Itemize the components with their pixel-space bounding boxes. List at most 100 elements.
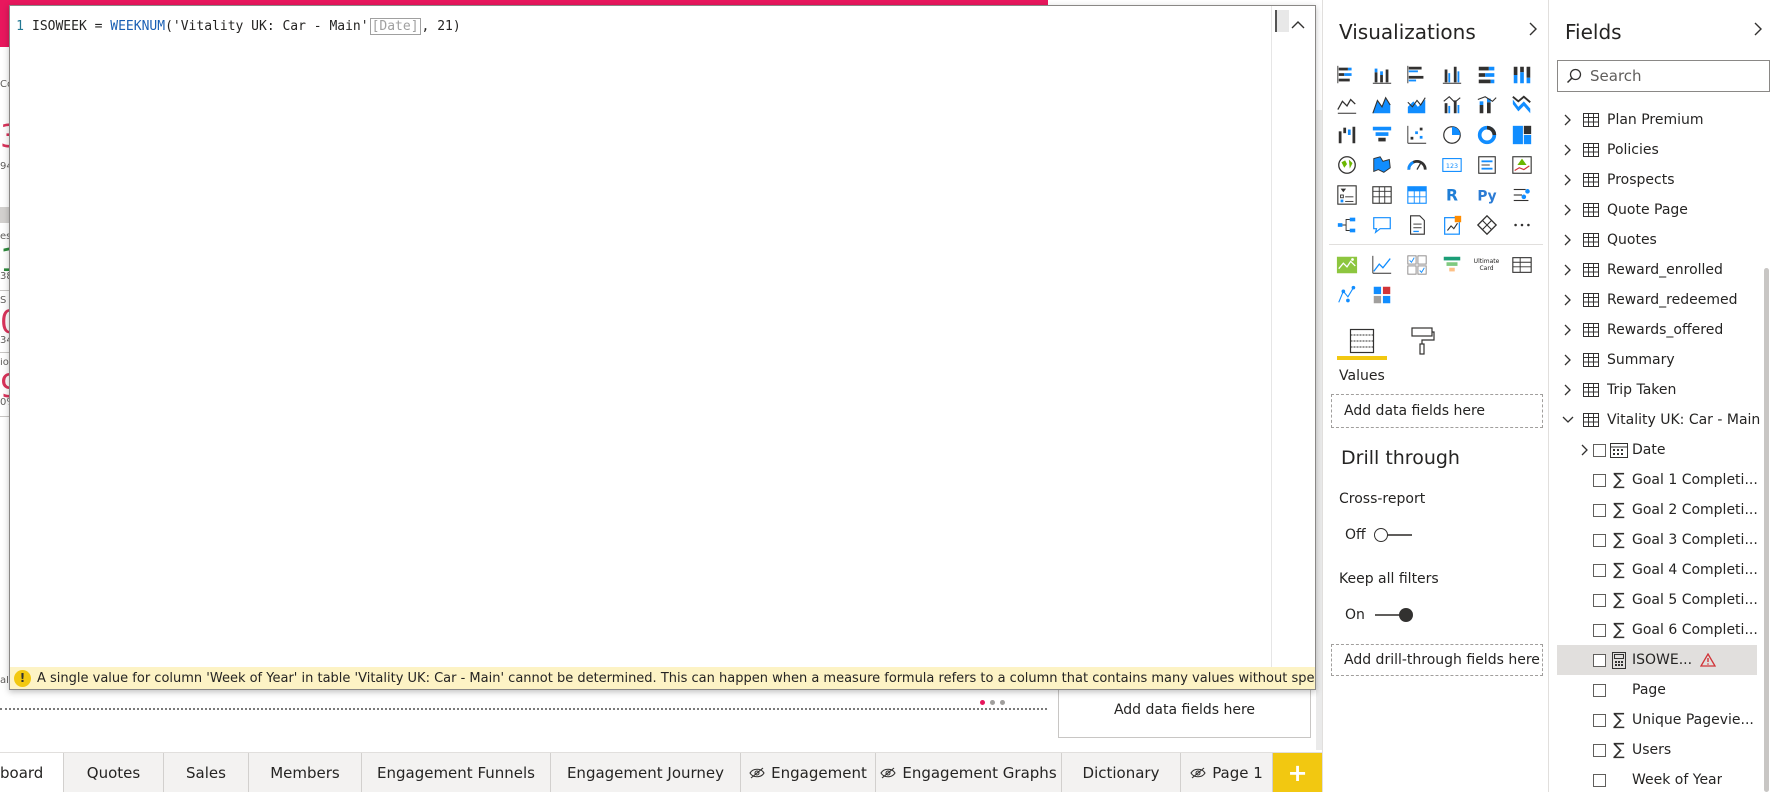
- waterfall-chart-icon[interactable]: [1329, 120, 1364, 150]
- filled-map-icon[interactable]: [1364, 150, 1399, 180]
- field-item[interactable]: ∑ Users: [1549, 735, 1765, 765]
- toggle-switch-on[interactable]: [1373, 608, 1413, 622]
- power-apps-icon[interactable]: [1469, 210, 1504, 240]
- chevron-right-icon[interactable]: [1561, 383, 1575, 397]
- field-checkbox[interactable]: [1593, 773, 1606, 787]
- clustered-column-chart-icon[interactable]: [1434, 60, 1469, 90]
- field-checkbox[interactable]: [1593, 443, 1606, 457]
- add-page-button[interactable]: +: [1273, 753, 1322, 792]
- chevron-right-icon[interactable]: [1561, 143, 1575, 157]
- multi-row-card-icon[interactable]: [1469, 150, 1504, 180]
- custom-line-visual-icon[interactable]: [1364, 250, 1399, 280]
- field-item[interactable]: ∑ Goal 5 Completi...: [1549, 585, 1765, 615]
- custom-scatter-visual-icon[interactable]: [1329, 280, 1364, 310]
- table-node[interactable]: Reward_enrolled: [1549, 255, 1765, 285]
- editor-minimap[interactable]: [1275, 10, 1289, 32]
- key-influencers-icon[interactable]: [1504, 180, 1539, 210]
- table-icon[interactable]: [1364, 180, 1399, 210]
- collapse-chevron-up-icon[interactable]: [1289, 18, 1307, 32]
- chevron-down-icon[interactable]: [1561, 415, 1575, 425]
- stacked-area-chart-icon[interactable]: [1399, 90, 1434, 120]
- error-triangle-icon[interactable]: [1700, 653, 1717, 667]
- page-tab[interactable]: Sales: [164, 753, 249, 792]
- field-checkbox[interactable]: [1593, 743, 1606, 757]
- ultimate-card-icon[interactable]: Ultimate Card: [1469, 250, 1504, 280]
- pie-chart-icon[interactable]: [1434, 120, 1469, 150]
- pagination-dot[interactable]: [1000, 700, 1005, 705]
- funnel-chart-icon[interactable]: [1364, 120, 1399, 150]
- custom-grid-visual-icon[interactable]: [1399, 250, 1434, 280]
- field-item[interactable]: Date: [1549, 435, 1765, 465]
- line-chart-icon[interactable]: [1329, 90, 1364, 120]
- chevron-right-icon[interactable]: [1561, 263, 1575, 277]
- page-tab[interactable]: Engagement: [741, 753, 876, 792]
- gauge-icon[interactable]: [1399, 150, 1434, 180]
- field-item[interactable]: Page: [1549, 675, 1765, 705]
- field-checkbox[interactable]: [1593, 473, 1606, 487]
- map-icon[interactable]: [1329, 150, 1364, 180]
- field-item[interactable]: Week of Year: [1549, 765, 1765, 792]
- pagination-dot[interactable]: [980, 700, 985, 705]
- treemap-icon[interactable]: [1504, 120, 1539, 150]
- field-item[interactable]: ∑ Goal 6 Completi...: [1549, 615, 1765, 645]
- python-visual-icon[interactable]: Py: [1469, 180, 1504, 210]
- 100-stacked-column-chart-icon[interactable]: [1504, 60, 1539, 90]
- field-item[interactable]: ∑ Goal 1 Completi...: [1549, 465, 1765, 495]
- chevron-right-icon[interactable]: [1561, 353, 1575, 367]
- stacked-bar-chart-icon[interactable]: [1329, 60, 1364, 90]
- table-node[interactable]: Quotes: [1549, 225, 1765, 255]
- editor-scrollbar[interactable]: [1271, 6, 1315, 669]
- chevron-right-icon[interactable]: [1561, 233, 1575, 247]
- decomposition-tree-icon[interactable]: [1329, 210, 1364, 240]
- clustered-bar-chart-icon[interactable]: [1399, 60, 1434, 90]
- values-drop-well[interactable]: Add data fields here: [1331, 394, 1543, 428]
- custom-table-visual-icon[interactable]: [1504, 250, 1539, 280]
- page-tab[interactable]: Dictionary: [1062, 753, 1181, 792]
- table-node[interactable]: Rewards_offered: [1549, 315, 1765, 345]
- field-checkbox[interactable]: [1593, 683, 1606, 697]
- code-line[interactable]: 1 ISOWEEK = WEEKNUM ( 'Vitality UK: Car …: [10, 16, 461, 36]
- field-checkbox[interactable]: [1593, 653, 1606, 667]
- table-node[interactable]: Vitality UK: Car - Main: [1549, 405, 1765, 435]
- card-icon[interactable]: 123: [1434, 150, 1469, 180]
- more-visuals-icon[interactable]: [1504, 210, 1539, 240]
- page-tab[interactable]: Engagement Journey: [551, 753, 741, 792]
- table-node[interactable]: Plan Premium: [1549, 105, 1765, 135]
- table-node[interactable]: Reward_redeemed: [1549, 285, 1765, 315]
- drill-through-drop-well[interactable]: Add drill-through fields here: [1331, 644, 1543, 676]
- table-node[interactable]: Summary: [1549, 345, 1765, 375]
- smart-narrative-icon[interactable]: [1399, 210, 1434, 240]
- collapse-fields-chevron-right-icon[interactable]: [1751, 19, 1765, 39]
- field-item[interactable]: ∑ Unique Pagevie...: [1549, 705, 1765, 735]
- chevron-right-icon[interactable]: [1561, 203, 1575, 217]
- paginated-report-icon[interactable]: [1434, 210, 1469, 240]
- 100-stacked-bar-chart-icon[interactable]: [1469, 60, 1504, 90]
- table-node[interactable]: Prospects: [1549, 165, 1765, 195]
- field-item[interactable]: ∑ Goal 2 Completi...: [1549, 495, 1765, 525]
- line-clustered-column-chart-icon[interactable]: [1434, 90, 1469, 120]
- format-tab[interactable]: [1397, 322, 1447, 360]
- page-tab[interactable]: Quotes: [64, 753, 164, 792]
- table-node[interactable]: Trip Taken: [1549, 375, 1765, 405]
- page-tab[interactable]: Engagement Funnels: [362, 753, 551, 792]
- field-item[interactable]: ∑ Goal 3 Completi...: [1549, 525, 1765, 555]
- kpi-icon[interactable]: [1504, 150, 1539, 180]
- area-chart-icon[interactable]: [1364, 90, 1399, 120]
- field-checkbox[interactable]: [1593, 623, 1606, 637]
- field-checkbox[interactable]: [1593, 563, 1606, 577]
- chevron-right-icon[interactable]: [1561, 293, 1575, 307]
- toggle-switch-off[interactable]: [1373, 528, 1414, 542]
- scatter-chart-icon[interactable]: [1399, 120, 1434, 150]
- page-tab[interactable]: Members: [249, 753, 362, 792]
- r-visual-icon[interactable]: R: [1434, 180, 1469, 210]
- fields-tab[interactable]: [1337, 322, 1387, 360]
- table-node[interactable]: Policies: [1549, 135, 1765, 165]
- chevron-right-icon[interactable]: [1561, 113, 1575, 127]
- slicer-icon[interactable]: [1329, 180, 1364, 210]
- matrix-icon[interactable]: [1399, 180, 1434, 210]
- field-item[interactable]: ISOWE...: [1557, 645, 1757, 675]
- field-checkbox[interactable]: [1593, 593, 1606, 607]
- page-tab[interactable]: Engagement Graphs: [876, 753, 1062, 792]
- chevron-right-icon[interactable]: [1561, 173, 1575, 187]
- custom-tiles-visual-icon[interactable]: [1364, 280, 1399, 310]
